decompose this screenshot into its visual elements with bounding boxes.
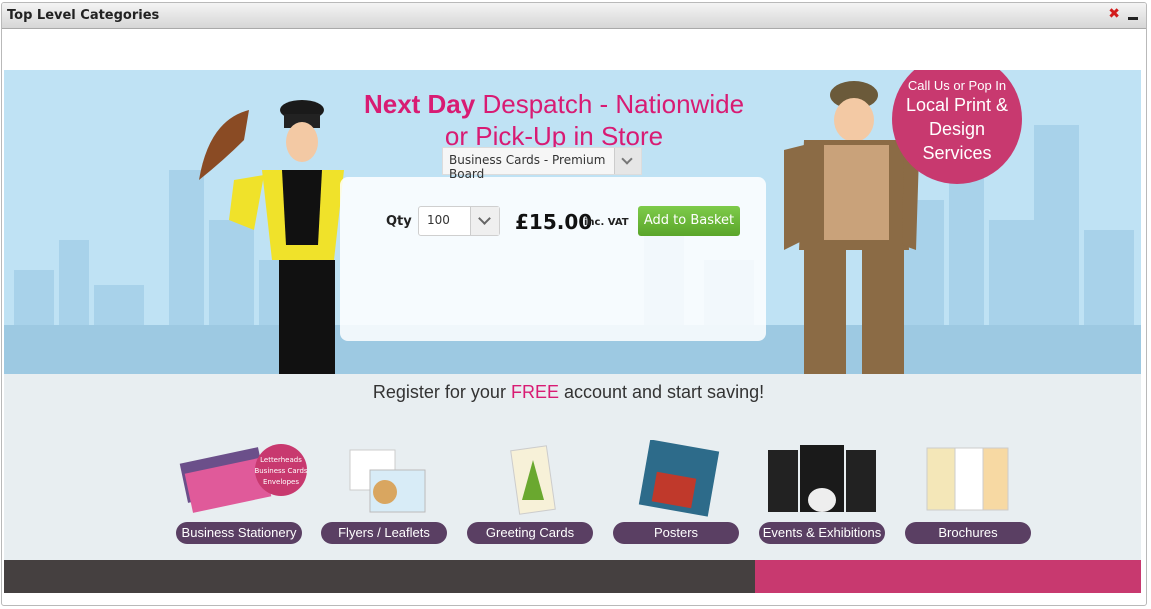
svg-text:Letterheads: Letterheads bbox=[260, 456, 302, 464]
minimize-icon[interactable] bbox=[1128, 17, 1138, 20]
posters-image[interactable] bbox=[636, 440, 726, 518]
register-prompt[interactable]: Register for your FREE account and start… bbox=[0, 382, 1137, 403]
register-before: Register for your bbox=[372, 382, 511, 402]
category-posters[interactable]: Posters bbox=[613, 522, 739, 544]
svg-text:Envelopes: Envelopes bbox=[263, 478, 299, 486]
product-dropdown[interactable]: Business Cards - Premium Board bbox=[442, 147, 642, 181]
hero-banner: Next Day Despatch - Nationwide or Pick-U… bbox=[4, 70, 1141, 375]
close-icon[interactable]: ✖ bbox=[1108, 6, 1120, 22]
category-greeting-cards[interactable]: Greeting Cards bbox=[467, 522, 593, 544]
greeting-cards-image[interactable] bbox=[500, 440, 590, 518]
chevron-down-icon bbox=[470, 207, 499, 235]
qty-dropdown[interactable]: 100 bbox=[418, 206, 500, 236]
business-stationery-image[interactable]: Letterheads Business Cards Envelopes bbox=[178, 440, 308, 518]
panel-title: Top Level Categories bbox=[7, 8, 160, 23]
add-to-basket-button[interactable]: Add to Basket bbox=[638, 206, 740, 236]
headline-bold: Next Day bbox=[363, 89, 476, 119]
panel-header: Top Level Categories ✖ bbox=[2, 3, 1146, 29]
svg-text:Business Cards: Business Cards bbox=[254, 467, 307, 475]
footer-bar-pink bbox=[755, 560, 1141, 593]
call-line-3: Services bbox=[922, 143, 992, 163]
price: £15.00 bbox=[515, 210, 593, 234]
register-free: FREE bbox=[510, 382, 559, 402]
order-box: Qty 100 £15.00 inc. VAT Add to Basket bbox=[340, 177, 766, 341]
chevron-down-icon bbox=[614, 148, 641, 174]
headline: Next Day Despatch - Nationwide or Pick-U… bbox=[334, 88, 774, 152]
call-line-2: Design bbox=[928, 119, 986, 139]
qty-value: 100 bbox=[427, 213, 450, 227]
register-after: account and start saving! bbox=[558, 382, 765, 402]
flyers-leaflets-image[interactable] bbox=[345, 440, 435, 518]
category-events-exhibitions[interactable]: Events & Exhibitions bbox=[759, 522, 885, 544]
events-exhibitions-image[interactable] bbox=[766, 440, 878, 518]
category-brochures[interactable]: Brochures bbox=[905, 522, 1031, 544]
inc-vat-label: inc. VAT bbox=[584, 217, 629, 228]
qty-label: Qty bbox=[386, 214, 412, 229]
brochures-image[interactable] bbox=[922, 440, 1012, 518]
headline-rest: Despatch - Nationwide bbox=[475, 89, 745, 119]
call-top-text: Call Us or Pop In bbox=[907, 78, 1007, 93]
footer-bar-dark bbox=[4, 560, 755, 593]
category-business-stationery[interactable]: Business Stationery bbox=[176, 522, 302, 544]
call-line-1: Local Print & bbox=[905, 95, 1009, 115]
category-flyers-leaflets[interactable]: Flyers / Leaflets bbox=[321, 522, 447, 544]
